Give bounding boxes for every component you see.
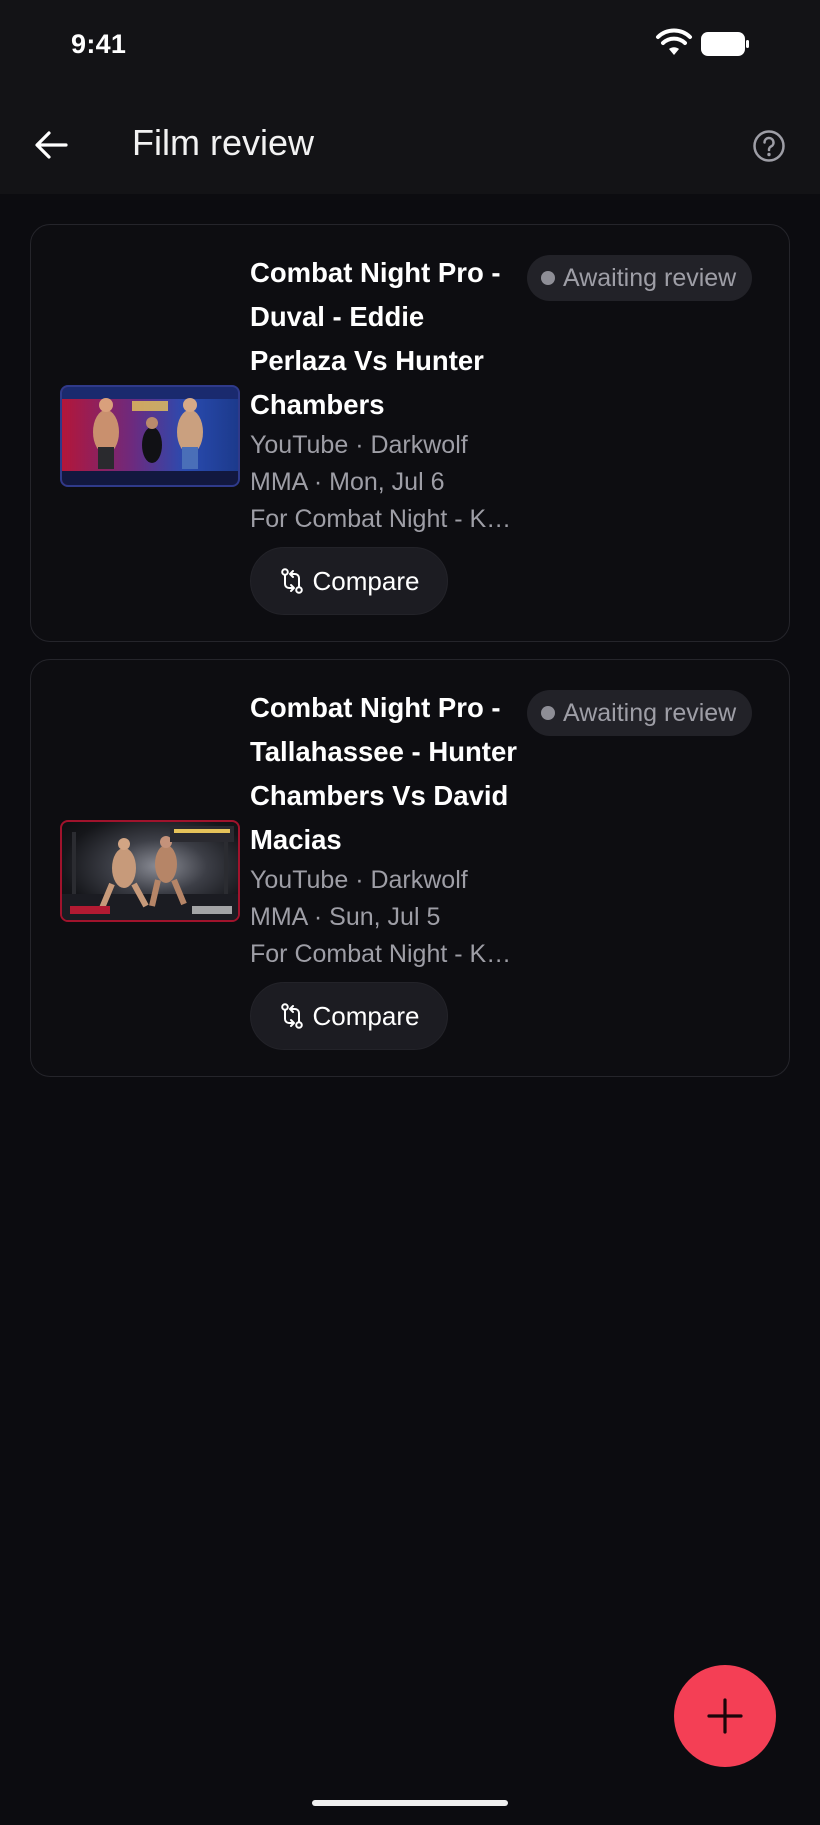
status-badge: Awaiting review [527,690,753,736]
card-description: For Combat Night - K… [250,940,512,968]
review-card[interactable]: Combat Night Pro - Duval - Eddie Perlaza… [30,224,790,642]
compare-arrows-icon [280,568,303,594]
card-meta: YouTube · Darkwolf MMA · Sun, Jul 5 [250,866,468,931]
card-description: For Combat Night - K… [250,505,512,533]
status-badge: Awaiting review [527,255,753,301]
card-meta: YouTube · Darkwolf MMA · Mon, Jul 6 [250,431,468,496]
compare-label: Compare [312,565,420,596]
help-circle-icon [753,130,785,162]
add-button[interactable] [674,1665,776,1767]
video-thumbnail[interactable] [60,820,240,922]
home-indicator [312,1800,508,1806]
help-button[interactable] [740,117,798,175]
plus-icon [707,1698,743,1734]
status-dot-icon [541,706,555,720]
arrow-left-icon [35,131,68,159]
status-time: 9:41 [71,29,127,59]
status-badge-label: Awaiting review [563,263,737,292]
video-thumbnail[interactable] [60,385,240,487]
wifi-icon [656,28,692,55]
thumbnail-image [62,387,238,485]
card-title[interactable]: Combat Night Pro - Duval - Eddie Perlaza… [250,251,520,427]
status-dot-icon [541,271,555,285]
thumbnail-image [62,826,238,920]
review-card[interactable]: Combat Night Pro - Tallahassee - Hunter … [30,659,790,1077]
compare-button[interactable]: Compare [250,547,448,615]
page-title: Film review [132,122,315,163]
status-badge-label: Awaiting review [563,698,737,727]
battery-icon [701,32,749,56]
back-button[interactable] [20,114,82,176]
card-title[interactable]: Combat Night Pro - Tallahassee - Hunter … [250,686,520,862]
compare-label: Compare [312,1000,420,1031]
status-bar: 9:41 [0,0,820,96]
compare-button[interactable]: Compare [250,982,448,1050]
compare-arrows-icon [280,1003,303,1029]
app-bar: Film review [0,96,820,194]
